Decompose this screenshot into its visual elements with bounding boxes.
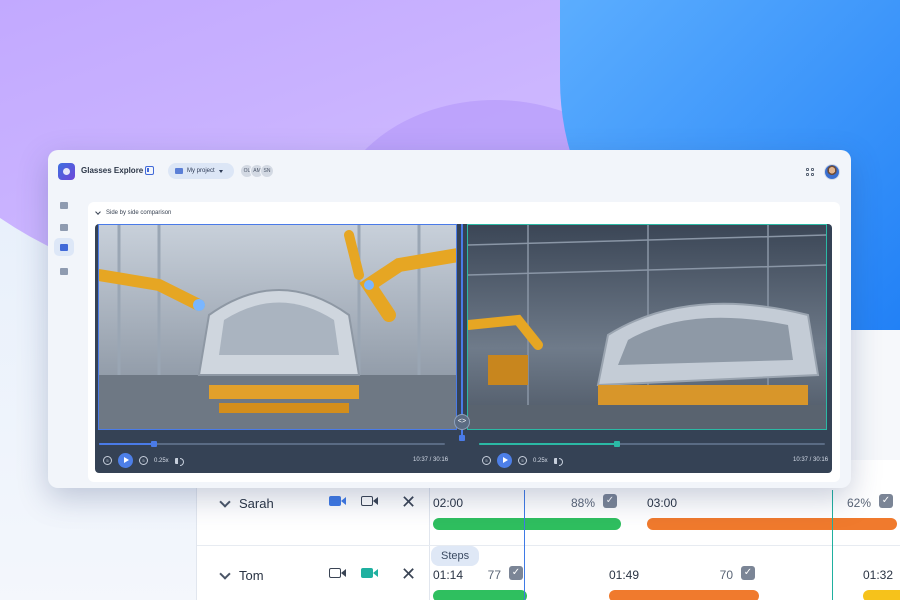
- split-divider[interactable]: [461, 224, 463, 438]
- logo-icon: [58, 163, 75, 180]
- user-avatar[interactable]: [824, 164, 840, 180]
- progress-track-left[interactable]: [99, 441, 445, 447]
- files-icon: [60, 201, 68, 209]
- volume-icon[interactable]: [174, 457, 184, 466]
- content-area: Side by side comparison <> 5 5 0.25x 10:…: [88, 202, 840, 482]
- comparison-viewer: <> 5 5 0.25x 10:37 / 30:16 5 5 0.25x 10:…: [95, 224, 832, 473]
- forward-icon[interactable]: 5: [518, 456, 527, 465]
- nav-video[interactable]: [54, 218, 74, 236]
- play-button[interactable]: [118, 453, 133, 468]
- video-right[interactable]: [467, 224, 827, 430]
- rewind-icon[interactable]: 5: [103, 456, 112, 465]
- check-icon[interactable]: ✓: [879, 494, 893, 508]
- volume-icon[interactable]: [553, 457, 563, 466]
- check-icon[interactable]: ✓: [509, 566, 523, 580]
- factory-scene-left: [99, 225, 456, 429]
- progress-fill-right: [479, 443, 618, 445]
- step-segment[interactable]: 01:49 70 ✓: [609, 566, 759, 600]
- split-handle[interactable]: <>: [454, 414, 470, 430]
- chevron-down-icon: [218, 169, 223, 173]
- step-bar: [433, 590, 527, 600]
- factory-scene-right: [468, 225, 826, 429]
- nav-compare[interactable]: [54, 238, 74, 256]
- collaborator-avatars[interactable]: OL AM SN: [240, 164, 274, 178]
- close-icon[interactable]: ✕: [401, 492, 416, 513]
- side-nav: [48, 192, 80, 488]
- step-bar: [609, 590, 759, 600]
- video-icon: [60, 223, 68, 231]
- split-knob[interactable]: [459, 435, 465, 441]
- forward-icon[interactable]: 5: [139, 456, 148, 465]
- folder-icon: [175, 168, 183, 174]
- top-bar: Glasses Explore My project OL AM SN: [48, 150, 851, 192]
- section-header[interactable]: Side by side comparison: [95, 209, 171, 216]
- camera-icon[interactable]: [329, 494, 347, 508]
- step-bar: [863, 590, 900, 600]
- progress-knob-left[interactable]: [151, 441, 158, 447]
- video-left[interactable]: [98, 224, 457, 430]
- speed-label[interactable]: 0.25x: [533, 458, 548, 464]
- chevron-down-icon[interactable]: [219, 495, 231, 508]
- app-name: Glasses Explore: [81, 166, 144, 175]
- step-segment[interactable]: 03:00 62% ✓: [647, 494, 897, 530]
- check-icon[interactable]: ✓: [603, 494, 617, 508]
- time-readout-right: 10:37 / 30:16: [793, 457, 829, 463]
- step-segment[interactable]: 01:14 77 ✓: [433, 566, 527, 600]
- speed-label[interactable]: 0.25x: [154, 458, 169, 464]
- sidebar-toggle-icon[interactable]: [145, 166, 154, 175]
- participant-name[interactable]: Sarah: [219, 495, 274, 511]
- progress-fill-left: [99, 443, 155, 445]
- chevron-down-icon[interactable]: [95, 209, 101, 215]
- nav-storage[interactable]: [54, 262, 74, 280]
- camera-icon[interactable]: [361, 566, 379, 580]
- chevron-down-icon[interactable]: [219, 567, 231, 580]
- app-window: Glasses Explore My project OL AM SN Side…: [48, 150, 851, 488]
- close-icon[interactable]: ✕: [401, 564, 416, 585]
- step-bar: [433, 518, 621, 530]
- step-bar: [647, 518, 897, 530]
- playhead-right[interactable]: [832, 490, 833, 600]
- nav-files[interactable]: [54, 196, 74, 214]
- project-selector[interactable]: My project: [168, 163, 234, 179]
- database-icon: [60, 267, 68, 275]
- timeline-row: Tom ✕ 01:14 77 ✓ 01:49 70 ✓ 01:32: [197, 546, 900, 600]
- project-label: My project: [187, 168, 215, 174]
- compare-icon: [60, 243, 68, 251]
- step-segment[interactable]: 01:32: [863, 568, 900, 600]
- progress-track-right[interactable]: [479, 441, 825, 447]
- camera-outline-icon[interactable]: [329, 566, 347, 580]
- participant-name[interactable]: Tom: [219, 567, 264, 583]
- camera-outline-icon[interactable]: [361, 494, 379, 508]
- time-readout-left: 10:37 / 30:16: [413, 457, 449, 463]
- check-icon[interactable]: ✓: [741, 566, 755, 580]
- grid-icon[interactable]: [806, 168, 814, 176]
- controls-left: 5 5 0.25x: [103, 453, 184, 468]
- avatar[interactable]: SN: [260, 164, 274, 178]
- step-segment[interactable]: 02:00 88% ✓: [433, 494, 621, 530]
- controls-right: 5 5 0.25x: [482, 453, 563, 468]
- progress-knob-right[interactable]: [614, 441, 621, 447]
- rewind-icon[interactable]: 5: [482, 456, 491, 465]
- playhead-left[interactable]: [524, 490, 525, 600]
- play-button[interactable]: [497, 453, 512, 468]
